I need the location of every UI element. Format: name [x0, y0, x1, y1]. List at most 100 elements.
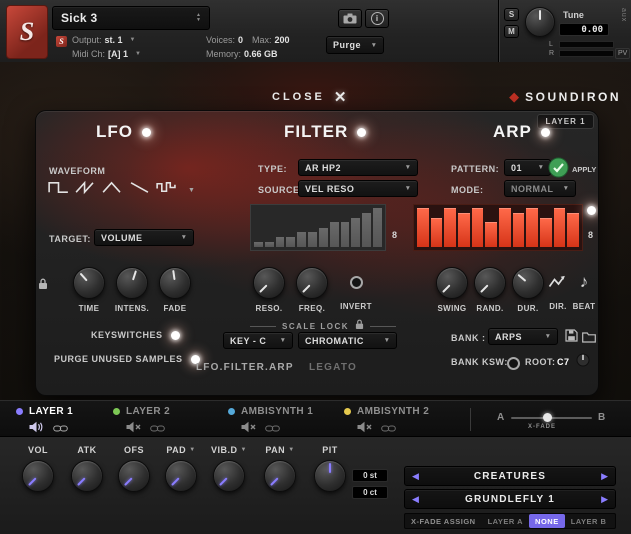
- arp-random-knob[interactable]: [474, 267, 506, 299]
- load-bank-button[interactable]: [582, 330, 596, 348]
- filter-steps-count[interactable]: 8: [392, 230, 398, 240]
- pitch-knob[interactable]: [314, 460, 346, 492]
- saw-wave-icon[interactable]: [74, 180, 97, 200]
- arp-pattern-select[interactable]: 01 ▼: [504, 159, 551, 176]
- legato-toggle[interactable]: LEGATO: [309, 362, 357, 373]
- tune-label: Tune: [563, 10, 584, 20]
- square-wave-icon[interactable]: [47, 180, 70, 200]
- layer-tab-ambisynth-2[interactable]: AMBISYNTH 2: [344, 406, 429, 438]
- xfade-slider-handle[interactable]: [543, 413, 552, 422]
- layer-tab-ambisynth-1[interactable]: AMBISYNTH 1: [228, 406, 313, 438]
- info-button[interactable]: i: [365, 9, 389, 28]
- next-category-button[interactable]: ▶: [594, 471, 615, 482]
- root-mini-knob[interactable]: [576, 353, 590, 372]
- mute-button[interactable]: M: [504, 25, 519, 38]
- xfade-assign-none[interactable]: NONE: [529, 514, 565, 528]
- soundiron-logo: S: [6, 5, 48, 59]
- instrument-title: Sick 3: [61, 11, 98, 25]
- speaker-muted-icon[interactable]: [126, 420, 142, 438]
- purge-menu[interactable]: Purge ▼: [326, 36, 384, 54]
- lfo-power-light[interactable]: [142, 127, 151, 137]
- attack-knob[interactable]: [71, 460, 103, 492]
- layer-tab-layer-2[interactable]: LAYER 2: [113, 406, 170, 438]
- prev-category-button[interactable]: ◀: [405, 471, 426, 482]
- arp-swing-label: SWING: [437, 304, 467, 313]
- filter-frequency-knob[interactable]: [296, 267, 328, 299]
- arp-table-light[interactable]: [587, 206, 596, 215]
- knob-indicator: [302, 284, 311, 293]
- category-value[interactable]: CREATURES: [426, 471, 594, 482]
- collapse-icon[interactable]: ▼: [196, 18, 201, 23]
- offset-knob[interactable]: [118, 460, 150, 492]
- output-label: Output:: [72, 35, 102, 45]
- pad-knob[interactable]: [165, 460, 197, 492]
- lfo-lock-icon[interactable]: [38, 277, 48, 295]
- page-tab-lfo-filter-arp[interactable]: LFO.FILTER.ARP: [196, 362, 294, 373]
- pv-button[interactable]: PV: [615, 48, 631, 59]
- waveform-dropdown-arrow-icon[interactable]: ▼: [188, 187, 195, 194]
- max-voices-control[interactable]: Max: 200: [252, 35, 290, 45]
- random-wave-icon[interactable]: [155, 180, 178, 200]
- arp-swing-knob[interactable]: [436, 267, 468, 299]
- next-preset-button[interactable]: ▶: [594, 494, 615, 505]
- speaker-muted-icon[interactable]: [357, 420, 373, 438]
- filter-resonance-knob[interactable]: [253, 267, 285, 299]
- arp-velocity-step-graph[interactable]: [413, 204, 583, 251]
- collapse-expand-icons[interactable]: ▲ ▼: [196, 13, 201, 23]
- keyswitches-toggle[interactable]: [170, 330, 180, 340]
- solo-button[interactable]: S: [504, 8, 519, 21]
- aux-sends-button[interactable]: aux: [620, 8, 627, 22]
- target-label: TARGET:: [49, 234, 91, 244]
- filter-invert-toggle[interactable]: [349, 275, 363, 289]
- pitch-semitones-display[interactable]: 0 st: [352, 469, 388, 482]
- pitch-cents-display[interactable]: 0 ct: [352, 486, 388, 499]
- folder-icon: [582, 332, 596, 343]
- pan-menu[interactable]: PAN ▼: [265, 445, 294, 455]
- arp-beat-button[interactable]: ♪: [580, 267, 589, 297]
- arp-power-light[interactable]: [540, 127, 550, 137]
- link-icon[interactable]: [265, 420, 280, 438]
- layer-tab-layer-1[interactable]: LAYER 1: [16, 406, 73, 438]
- link-icon[interactable]: [53, 420, 68, 438]
- preset-value[interactable]: GRUNDLEFLY 1: [426, 494, 594, 505]
- kontakt-instrument-ui: S Sick 3 ▲ ▼ i S Output: st. 1 ▼ Voices:…: [0, 0, 631, 534]
- xfade-assign-layer-b[interactable]: LAYER B: [565, 514, 613, 528]
- prev-preset-button[interactable]: ◀: [405, 494, 426, 505]
- arp-bank-select[interactable]: ARPS ▼: [488, 328, 558, 345]
- output-select[interactable]: Output: st. 1 ▼: [72, 35, 136, 45]
- filter-source-select[interactable]: VEL RESO ▼: [298, 180, 418, 197]
- speaker-muted-icon[interactable]: [241, 420, 257, 438]
- triangle-wave-icon[interactable]: [101, 180, 124, 200]
- arp-steps-count[interactable]: 8: [588, 230, 594, 240]
- scale-type-select[interactable]: CHROMATIC ▼: [298, 332, 397, 349]
- pad-menu[interactable]: PAD ▼: [166, 445, 195, 455]
- step-bar: [471, 208, 484, 247]
- arp-mode-select[interactable]: NORMAL ▼: [504, 180, 576, 197]
- lfo-time-knob[interactable]: [73, 267, 105, 299]
- bank-ksw-toggle[interactable]: [507, 357, 520, 370]
- lfo-target-select[interactable]: VOLUME ▼: [94, 229, 194, 246]
- ramp-wave-icon[interactable]: [128, 180, 151, 200]
- midi-channel-select[interactable]: Midi Ch: [A] 1 ▼: [72, 49, 141, 59]
- filter-type-select[interactable]: AR HP2 ▼: [298, 159, 418, 176]
- snapshot-camera-button[interactable]: [338, 9, 362, 28]
- lfo-fade-knob[interactable]: [159, 267, 191, 299]
- root-value[interactable]: C7: [557, 357, 570, 367]
- speaker-on-icon[interactable]: [29, 420, 45, 438]
- link-icon[interactable]: [150, 420, 165, 438]
- vibrato-depth-knob[interactable]: [213, 460, 245, 492]
- scale-key-select[interactable]: KEY - C ▼: [223, 332, 293, 349]
- filter-velocity-step-graph[interactable]: [250, 204, 386, 251]
- instrument-name-box[interactable]: Sick 3 ▲ ▼: [52, 6, 210, 30]
- xfade-assign-layer-a[interactable]: LAYER A: [482, 514, 529, 528]
- lfo-intensity-knob[interactable]: [116, 267, 148, 299]
- tune-knob[interactable]: [525, 7, 555, 37]
- save-bank-button[interactable]: [565, 329, 578, 347]
- filter-power-light[interactable]: [357, 127, 367, 137]
- close-button[interactable]: CLOSE ✕: [272, 88, 346, 106]
- link-icon[interactable]: [381, 420, 396, 438]
- tune-value-display[interactable]: 0.00: [559, 23, 609, 36]
- vol-knob[interactable]: [22, 460, 54, 492]
- vibrato-menu[interactable]: VIB.D ▼: [211, 445, 247, 455]
- pan-knob[interactable]: [264, 460, 296, 492]
